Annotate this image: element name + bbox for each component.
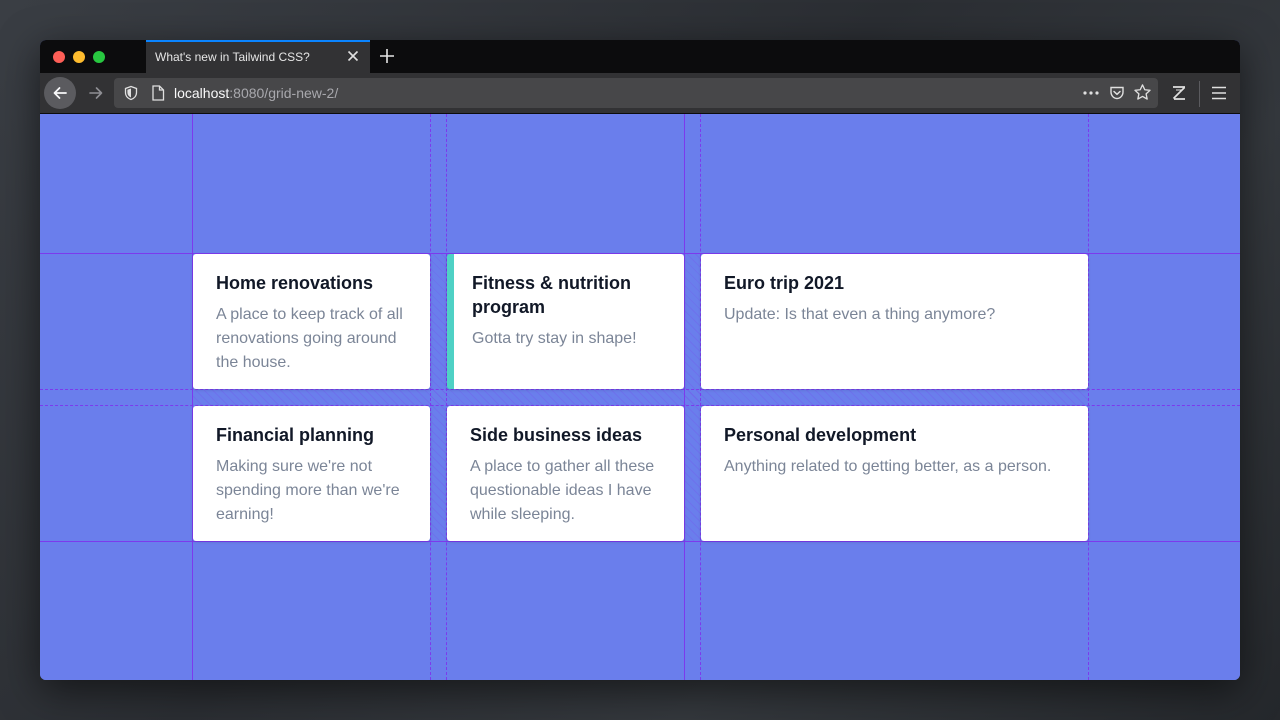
back-button[interactable] xyxy=(44,77,76,109)
page-icon[interactable] xyxy=(151,85,165,101)
card[interactable]: Euro trip 2021 Update: Is that even a th… xyxy=(701,254,1088,389)
forward-button[interactable] xyxy=(80,77,112,109)
card[interactable]: Side business ideas A place to gather al… xyxy=(447,406,684,541)
close-icon[interactable] xyxy=(345,48,361,64)
pocket-icon[interactable] xyxy=(1109,85,1125,101)
tab-active[interactable]: What's new in Tailwind CSS? xyxy=(146,40,370,73)
forward-arrow-icon xyxy=(89,87,103,99)
page-content: Home renovations A place to keep track o… xyxy=(40,114,1240,680)
card-title: Euro trip 2021 xyxy=(724,273,845,293)
close-window-button[interactable] xyxy=(53,51,65,63)
card-title: Fitness & nutrition program xyxy=(472,273,631,317)
card[interactable]: Financial planning Making sure we're not… xyxy=(193,406,430,541)
browser-window: What's new in Tailwind CSS? localhost:80… xyxy=(40,40,1240,680)
toolbar-separator xyxy=(1199,81,1200,107)
card-title: Home renovations xyxy=(216,273,374,293)
grid-gap xyxy=(193,390,1088,405)
card[interactable]: Personal development Anything related to… xyxy=(701,406,1088,541)
card-selected[interactable]: Fitness & nutrition program Gotta try st… xyxy=(447,254,684,389)
zotero-icon[interactable] xyxy=(1170,84,1188,102)
tab-title: What's new in Tailwind CSS? xyxy=(155,50,310,64)
url-path: :8080/grid-new-2/ xyxy=(229,85,339,101)
hamburger-menu-icon[interactable] xyxy=(1210,85,1228,101)
plus-icon[interactable] xyxy=(376,45,398,67)
card-title: Financial planning xyxy=(216,425,375,445)
star-icon[interactable] xyxy=(1133,83,1152,102)
grid-line xyxy=(1088,114,1089,680)
card-description: Anything related to getting better, as a… xyxy=(724,458,1052,475)
card[interactable]: Home renovations A place to keep track o… xyxy=(193,254,430,389)
card-description: Gotta try stay in shape! xyxy=(472,330,637,347)
card-title: Side business ideas xyxy=(470,425,643,445)
card-title: Personal development xyxy=(724,425,917,445)
back-arrow-icon xyxy=(53,87,67,99)
minimize-window-button[interactable] xyxy=(73,51,85,63)
maximize-window-button[interactable] xyxy=(93,51,105,63)
url-text[interactable]: localhost:8080/grid-new-2/ xyxy=(174,85,338,101)
nav-toolbar: localhost:8080/grid-new-2/ xyxy=(40,73,1240,114)
tab-strip: What's new in Tailwind CSS? xyxy=(40,40,1240,73)
shield-icon[interactable] xyxy=(123,85,139,101)
url-host: localhost xyxy=(174,85,230,101)
card-description: A place to keep track of all renovations… xyxy=(216,306,403,371)
grid-line xyxy=(40,541,1240,542)
address-bar[interactable]: localhost:8080/grid-new-2/ xyxy=(114,78,1158,108)
card-description: Making sure we're not spending more than… xyxy=(216,458,400,523)
card-description: Update: Is that even a thing anymore? xyxy=(724,306,996,323)
card-description: A place to gather all these questionable… xyxy=(470,458,655,523)
more-dots-icon[interactable] xyxy=(1082,84,1100,107)
